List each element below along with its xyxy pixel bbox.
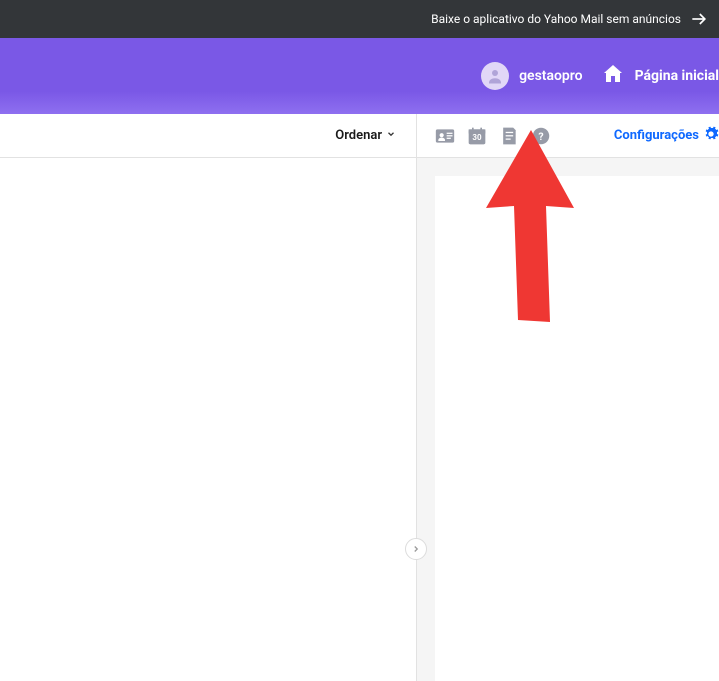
gear-icon[interactable]: [703, 126, 719, 146]
home-label: Página inicial: [635, 68, 719, 84]
home-icon: [601, 62, 625, 90]
calendar-icon[interactable]: 30: [467, 126, 487, 146]
app-header: gestaopro Página inicial: [0, 38, 719, 114]
reading-pane: [417, 158, 719, 681]
chevron-down-icon: [386, 129, 396, 142]
toolbar-icons: 30 ?: [417, 126, 551, 146]
svg-text:?: ?: [538, 129, 543, 142]
promo-banner-text: Baixe o aplicativo do Yahoo Mail sem anú…: [431, 12, 681, 26]
content-area: [0, 158, 719, 681]
expand-handle[interactable]: [405, 538, 427, 560]
toolbar-right: Configurações: [614, 126, 719, 146]
calendar-day-label: 30: [467, 133, 487, 142]
settings-link[interactable]: Configurações: [614, 128, 699, 143]
reading-panel-card: [435, 176, 719, 681]
toolbar-left: Ordenar: [0, 114, 417, 157]
home-link[interactable]: Página inicial: [601, 62, 719, 90]
help-icon[interactable]: ?: [531, 126, 551, 146]
toolbar: Ordenar: [0, 114, 719, 158]
username-label: gestaopro: [519, 68, 582, 84]
user-menu[interactable]: gestaopro: [481, 62, 582, 90]
contacts-card-icon[interactable]: [435, 126, 455, 146]
arrow-right-icon: [689, 9, 709, 29]
sort-dropdown[interactable]: Ordenar: [335, 128, 396, 143]
promo-banner[interactable]: Baixe o aplicativo do Yahoo Mail sem anú…: [0, 0, 719, 38]
message-list-pane: [0, 158, 417, 681]
sort-label-text: Ordenar: [335, 128, 382, 143]
avatar: [481, 62, 509, 90]
notepad-icon[interactable]: [499, 126, 519, 146]
